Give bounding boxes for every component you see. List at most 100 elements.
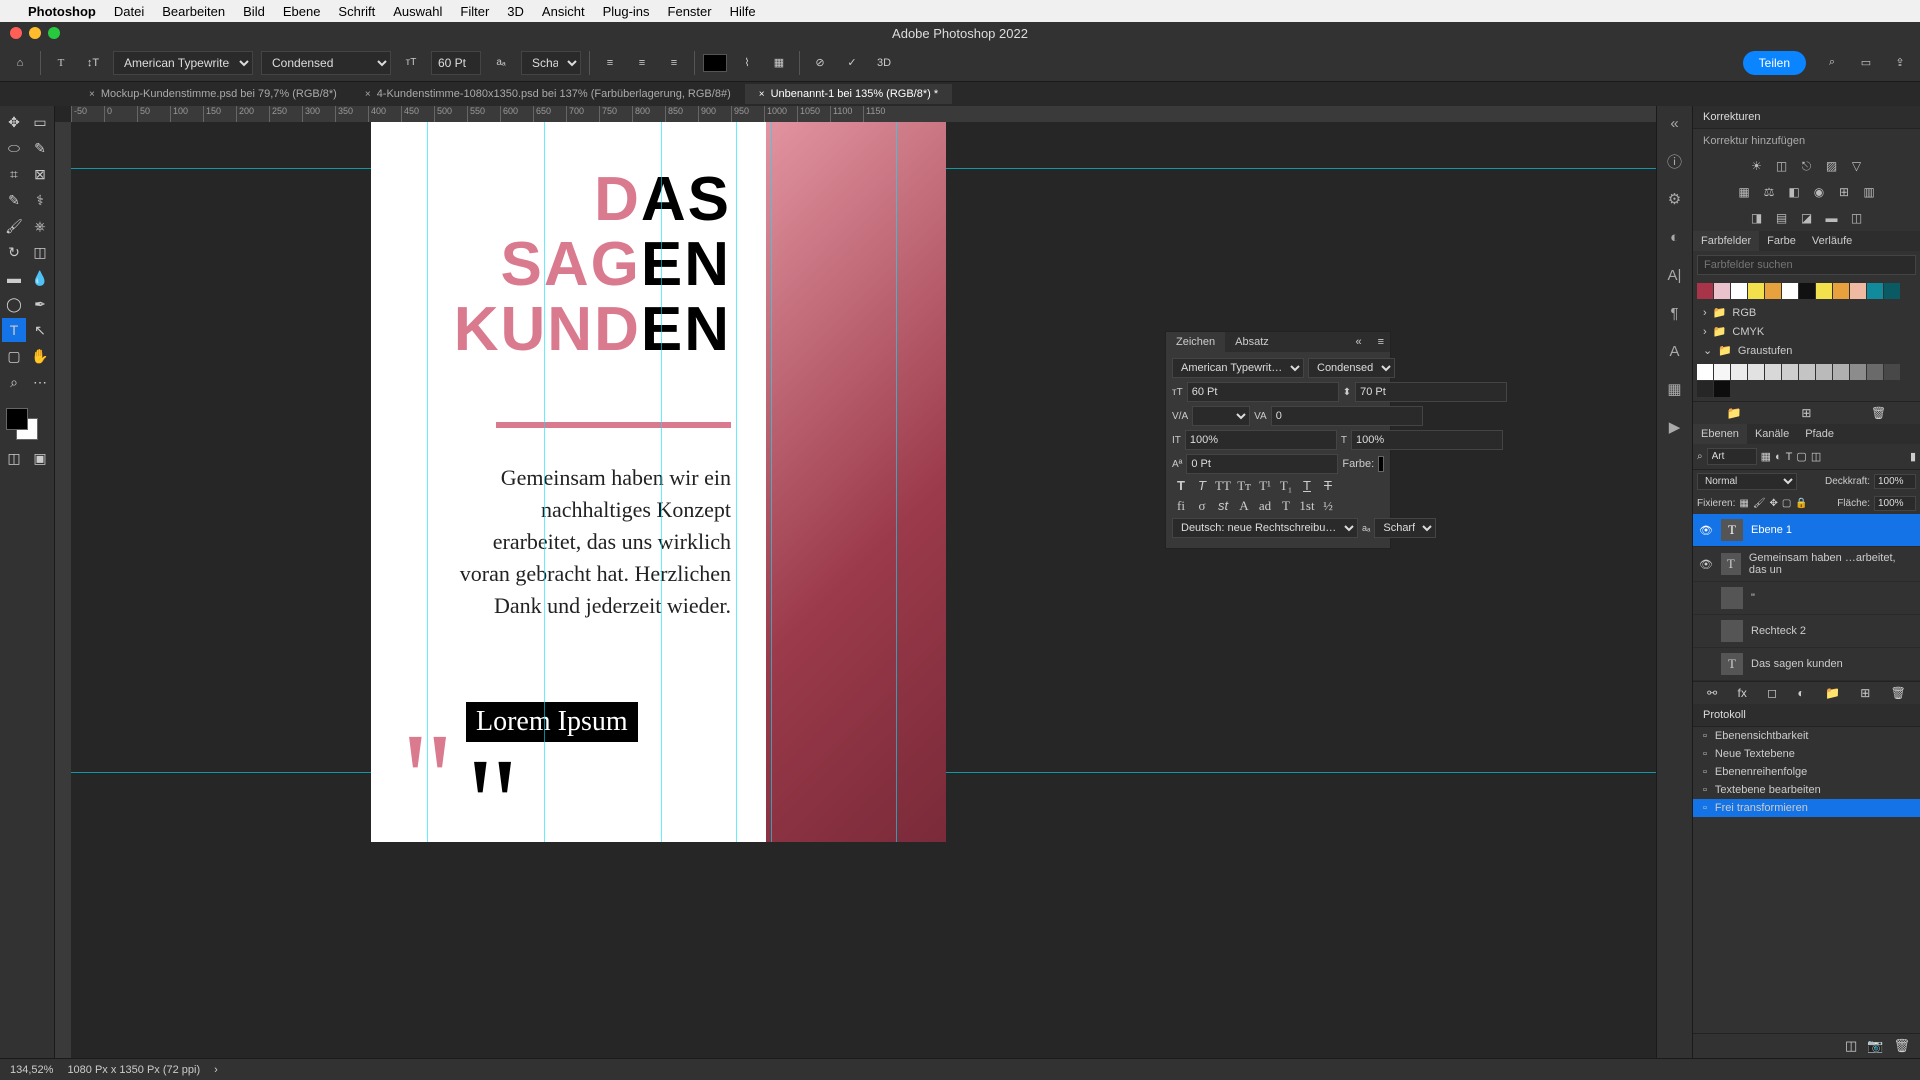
adjustment-layer-icon[interactable]: ◐ xyxy=(1797,686,1804,700)
collapse-dock-icon[interactable]: « xyxy=(1664,112,1686,134)
protokoll-header[interactable]: Protokoll xyxy=(1693,704,1920,727)
document-info[interactable]: 1080 Px x 1350 Px (72 ppi) xyxy=(67,1064,200,1076)
screen-mode-icon[interactable]: ▣ xyxy=(28,446,52,470)
gray-swatch[interactable] xyxy=(1850,364,1866,380)
commit-icon[interactable]: ✓ xyxy=(840,51,864,75)
folder-graustufen[interactable]: ⌄📁Graustufen xyxy=(1693,341,1920,360)
menu-ansicht[interactable]: Ansicht xyxy=(542,4,585,19)
tab-ebenen[interactable]: Ebenen xyxy=(1693,424,1747,444)
curves-icon[interactable]: ⎋ xyxy=(1797,157,1817,175)
gray-swatch[interactable] xyxy=(1884,364,1900,380)
filter-smart-icon[interactable]: ◫ xyxy=(1811,450,1821,463)
colorlookup-icon[interactable]: ▥ xyxy=(1859,183,1879,201)
info-chevron-icon[interactable]: › xyxy=(214,1064,218,1076)
quickmask-icon[interactable]: ◫ xyxy=(2,446,26,470)
document-tab[interactable]: ×Mockup-Kundenstimme.psd bei 79,7% (RGB/… xyxy=(75,84,351,104)
hand-tool-icon[interactable]: ✋ xyxy=(28,344,52,368)
char-tracking-input[interactable] xyxy=(1271,406,1423,426)
character-panel[interactable]: Zeichen Absatz « ≡ American Typewrit…Con… xyxy=(1165,331,1391,549)
history-item[interactable]: ▫Ebenenreihenfolge xyxy=(1693,763,1920,781)
layer-item[interactable]: " xyxy=(1693,582,1920,615)
minimize-window-button[interactable] xyxy=(29,27,41,39)
italic-icon[interactable]: T xyxy=(1193,478,1211,494)
gray-swatch[interactable] xyxy=(1731,364,1747,380)
color-swatch[interactable] xyxy=(1697,283,1713,299)
char-style-select[interactable]: Condensed xyxy=(1308,358,1395,378)
horizontal-ruler[interactable]: -500501001502002503003504004505005506006… xyxy=(71,106,1656,122)
tab-farbfelder[interactable]: Farbfelder xyxy=(1693,231,1759,251)
text-color-swatch[interactable] xyxy=(703,54,727,72)
create-document-icon[interactable]: ◫ xyxy=(1845,1038,1857,1054)
font-family-select[interactable]: American Typewriter xyxy=(113,51,253,75)
zoom-level[interactable]: 134,52% xyxy=(10,1064,53,1076)
menu-bearbeiten[interactable]: Bearbeiten xyxy=(162,4,225,19)
brush-tool-icon[interactable]: 🖌 xyxy=(2,214,26,238)
edit-toolbar-icon[interactable]: ⋯ xyxy=(28,370,52,394)
body-text[interactable]: Gemeinsam haben wir ein nachhaltiges Kon… xyxy=(451,462,731,621)
contextual-icon[interactable]: σ xyxy=(1193,498,1211,514)
warp-text-icon[interactable]: ⌇ xyxy=(735,51,759,75)
smallcaps-icon[interactable]: Tт xyxy=(1235,478,1253,494)
character-dock-icon[interactable]: A| xyxy=(1664,264,1686,286)
close-icon[interactable]: × xyxy=(89,89,95,100)
gray-swatch[interactable] xyxy=(1833,364,1849,380)
photofilter-icon[interactable]: ◉ xyxy=(1809,183,1829,201)
gray-swatch[interactable] xyxy=(1867,364,1883,380)
menu-3d[interactable]: 3D xyxy=(507,4,524,19)
color-swatch[interactable] xyxy=(1867,283,1883,299)
workspace-icon[interactable]: ▭ xyxy=(1854,51,1878,75)
guide[interactable] xyxy=(544,122,545,842)
lock-artboard-icon[interactable]: ▢ xyxy=(1782,498,1791,509)
close-icon[interactable]: × xyxy=(365,89,371,100)
paragraph-dock-icon[interactable]: ¶ xyxy=(1664,302,1686,324)
vertical-ruler[interactable] xyxy=(55,122,71,1058)
gray-swatch[interactable] xyxy=(1799,364,1815,380)
stylistic-icon[interactable]: st xyxy=(1214,498,1232,514)
collapse-icon[interactable]: « xyxy=(1345,332,1367,352)
gray-swatch[interactable] xyxy=(1714,381,1730,397)
guide[interactable] xyxy=(427,122,428,842)
adjustments-icon[interactable]: ◐ xyxy=(1664,226,1686,248)
ordinal-icon[interactable]: T xyxy=(1277,498,1295,514)
new-group-icon[interactable]: 📁 xyxy=(1825,686,1840,700)
lock-pixels-icon[interactable]: 🖌 xyxy=(1753,498,1766,509)
eraser-tool-icon[interactable]: ◫ xyxy=(28,240,52,264)
ligature-icon[interactable]: fi xyxy=(1172,498,1190,514)
align-left-icon[interactable]: ≡ xyxy=(598,51,622,75)
character-panel-icon[interactable]: ▦ xyxy=(767,51,791,75)
artboard-tool-icon[interactable]: ▭ xyxy=(28,110,52,134)
delete-state-icon[interactable]: 🗑 xyxy=(1893,1038,1910,1054)
gradientmap-icon[interactable]: ▬ xyxy=(1822,209,1842,227)
share-button[interactable]: Teilen xyxy=(1743,51,1806,75)
char-font-select[interactable]: American Typewrit… xyxy=(1172,358,1304,378)
search-icon[interactable]: ⌕ xyxy=(1820,51,1844,75)
superscript-icon[interactable]: T¹ xyxy=(1256,478,1274,494)
eyedropper-tool-icon[interactable]: ✎ xyxy=(2,188,26,212)
char-size-input[interactable] xyxy=(1187,382,1339,402)
color-swatch[interactable] xyxy=(1816,283,1832,299)
gray-swatch[interactable] xyxy=(1697,364,1713,380)
menu-datei[interactable]: Datei xyxy=(114,4,144,19)
color-swatch[interactable] xyxy=(1850,283,1866,299)
posterize-icon[interactable]: ▤ xyxy=(1772,209,1792,227)
gray-swatch[interactable] xyxy=(1816,364,1832,380)
gray-swatch[interactable] xyxy=(1697,381,1713,397)
antialias-select[interactable]: Scharf xyxy=(521,51,581,75)
actions-dock-icon[interactable]: ▶ xyxy=(1664,416,1686,438)
maximize-window-button[interactable] xyxy=(48,27,60,39)
titling-icon[interactable]: ad xyxy=(1256,498,1274,514)
guide[interactable] xyxy=(896,122,897,842)
text-tool-icon[interactable]: T xyxy=(49,51,73,75)
gray-swatch[interactable] xyxy=(1714,364,1730,380)
healing-tool-icon[interactable]: ⚕ xyxy=(28,188,52,212)
guide[interactable] xyxy=(736,122,737,842)
history-item[interactable]: ▫Ebenensichtbarkeit xyxy=(1693,727,1920,745)
allcaps-icon[interactable]: TT xyxy=(1214,478,1232,494)
color-swatch[interactable] xyxy=(1748,283,1764,299)
lock-transparent-icon[interactable]: ▦ xyxy=(1739,498,1748,509)
type-tool-icon[interactable]: T xyxy=(2,318,26,342)
blur-tool-icon[interactable]: 💧 xyxy=(28,266,52,290)
fill-input[interactable] xyxy=(1874,496,1916,511)
color-swatch[interactable] xyxy=(1884,283,1900,299)
clone-tool-icon[interactable]: ⎈ xyxy=(28,214,52,238)
